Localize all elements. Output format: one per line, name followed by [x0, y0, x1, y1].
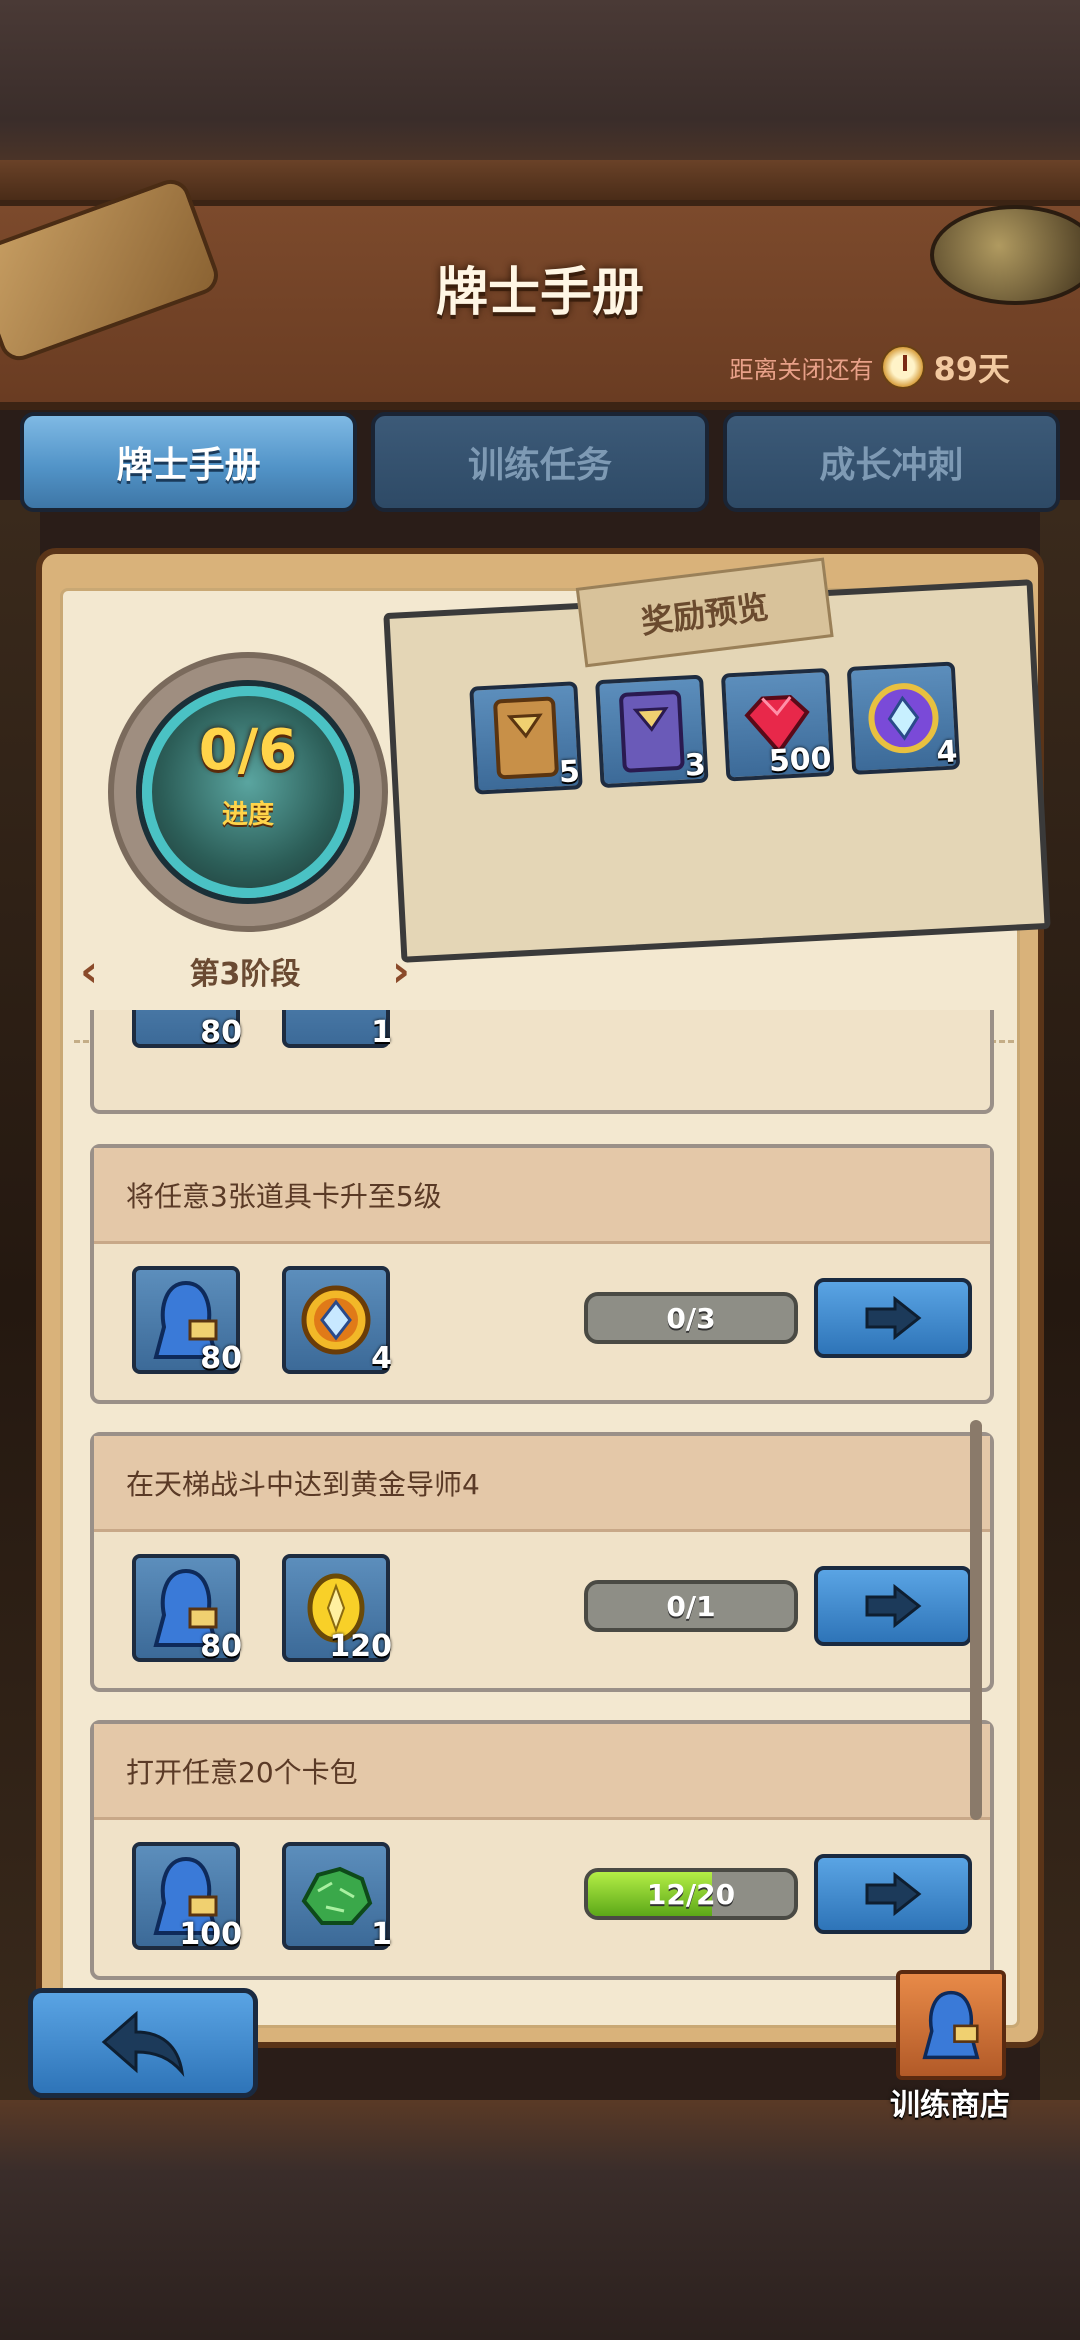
stage-progress-ring: 0/6 进度	[108, 652, 388, 932]
crystal-coin-icon[interactable]: 4	[282, 1266, 392, 1376]
reward-count: 1	[371, 1015, 392, 1050]
tab-bar: 牌士手册 训练任务 成长冲刺	[20, 412, 1060, 512]
reward-count: 80	[200, 1629, 242, 1664]
task-title: 打开任意20个卡包	[94, 1724, 990, 1820]
arrow-right-icon	[865, 1295, 922, 1341]
trainer-token-icon[interactable]: 100	[132, 1842, 242, 1952]
stage-label: 第3阶段	[189, 957, 301, 992]
right-frame	[1040, 500, 1080, 2100]
arrow-right-icon	[865, 1583, 922, 1629]
reward-count: 3	[683, 747, 707, 784]
back-button[interactable]	[28, 1988, 258, 2098]
reward-count: 5	[558, 754, 581, 791]
reward-count: 1	[371, 1917, 392, 1952]
task-progress-bar: 12/20	[584, 1868, 798, 1920]
countdown-label: 距离关闭还有	[729, 355, 874, 384]
red-gem-icon[interactable]: 500	[720, 668, 835, 782]
trainer-token-icon[interactable]: 80	[132, 1266, 242, 1376]
reward-count: 4	[371, 1341, 392, 1376]
page-title: 牌士手册	[435, 263, 644, 323]
countdown-days: 89天	[933, 350, 1010, 388]
task-card: 在天梯战斗中达到黄金导师4 80 120 0/1	[90, 1432, 994, 1692]
gold-coin-icon[interactable]: 120	[282, 1554, 392, 1664]
go-button[interactable]	[814, 1278, 972, 1358]
reward-count: 100	[179, 1917, 242, 1952]
left-frame	[0, 500, 40, 2100]
progress-text: 12/20	[646, 1878, 736, 1911]
scrollbar[interactable]	[970, 1420, 982, 1820]
tab-handbook[interactable]: 牌士手册	[20, 412, 358, 512]
stage-selector: ‹ 第3阶段 ›	[80, 945, 410, 997]
reward-count: 80	[200, 1341, 242, 1376]
reward-preview-items: 5 3 500 4	[469, 661, 961, 795]
close-countdown: 距离关闭还有 89天	[729, 342, 1010, 392]
trainer-token-icon[interactable]: 80	[132, 1554, 242, 1664]
task-title: 将任意3张道具卡升至5级	[94, 1148, 990, 1244]
trainer-token-icon[interactable]: 80	[132, 1010, 242, 1050]
top-background	[0, 0, 1080, 200]
reward-count: 4	[935, 734, 959, 771]
task-progress-bar: 0/3	[584, 1292, 798, 1344]
reward-count: 500	[768, 741, 833, 780]
go-button[interactable]	[814, 1854, 972, 1934]
arrow-right-icon	[865, 1871, 922, 1917]
tab-training-tasks[interactable]: 训练任务	[371, 412, 709, 512]
shop-label: 训练商店	[890, 2088, 1010, 2123]
progress-label: 进度	[221, 800, 274, 830]
progress-text: 0/3	[666, 1302, 716, 1335]
reward-preview-card: 奖励预览 5 3 500 4	[383, 557, 1051, 963]
reward-count: 80	[200, 1015, 242, 1050]
task-card-partial: 80 1	[90, 1010, 994, 1114]
task-rewards: 100 1	[132, 1842, 392, 1952]
task-card: 打开任意20个卡包 100 1 12/20	[90, 1720, 994, 1980]
task-rewards: 80 120	[132, 1554, 392, 1664]
progress-text: 0/1	[666, 1590, 716, 1623]
clock-icon	[881, 345, 926, 389]
progress-value: 0/6	[198, 718, 298, 783]
task-title: 在天梯战斗中达到黄金导师4	[94, 1436, 990, 1532]
card-pack-purple-icon[interactable]: 3	[595, 674, 709, 789]
task-card: 将任意3张道具卡升至5级 80 4 0/3	[90, 1144, 994, 1404]
task-progress-bar: 0/1	[584, 1580, 798, 1632]
rainbow-orb-icon[interactable]: 4	[846, 661, 961, 775]
reward-count: 120	[329, 1629, 392, 1664]
bottom-background	[0, 2100, 1080, 2340]
prev-stage-button[interactable]: ‹	[80, 946, 98, 997]
green-ore-icon[interactable]: 1	[282, 1842, 392, 1952]
reward-icon[interactable]: 1	[282, 1010, 392, 1050]
back-arrow-icon	[101, 2010, 185, 2077]
card-pack-brown-icon[interactable]: 5	[469, 681, 583, 795]
task-rewards: 80 4	[132, 1266, 392, 1376]
go-button[interactable]	[814, 1566, 972, 1646]
tab-growth-sprint[interactable]: 成长冲刺	[722, 412, 1060, 512]
shop-sign-icon	[896, 1970, 1006, 2080]
training-shop-button[interactable]: 训练商店	[880, 1970, 1030, 2130]
